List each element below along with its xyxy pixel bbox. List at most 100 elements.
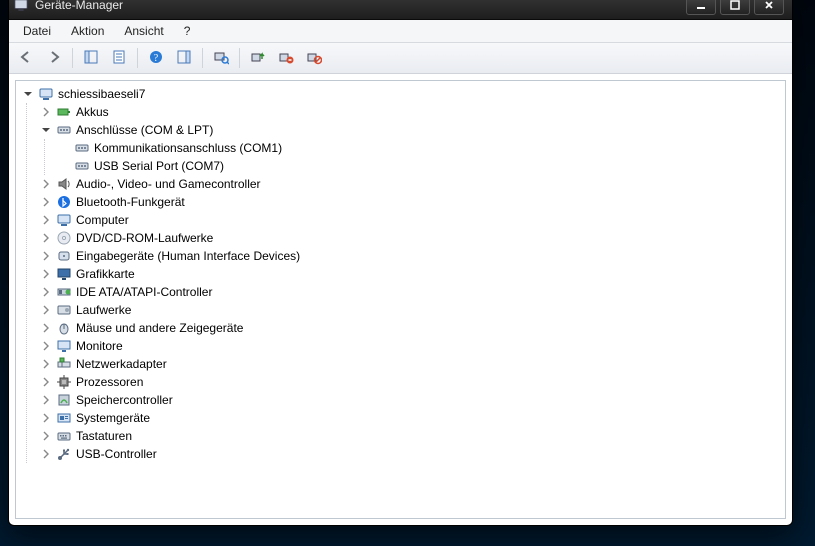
expand-icon[interactable] (40, 178, 52, 190)
menu-view[interactable]: Ansicht (114, 20, 173, 42)
tree-item-label: Netzwerkadapter (76, 357, 167, 371)
tree-item[interactable]: Prozessoren (38, 373, 785, 391)
tree-item-label: Systemgeräte (76, 411, 150, 425)
display-icon (56, 266, 72, 282)
tree-item[interactable]: USB-Controller (38, 445, 785, 463)
menubar: Datei Aktion Ansicht ? (9, 20, 792, 43)
tree-item-label: Grafikkarte (76, 267, 135, 281)
storage-icon (56, 392, 72, 408)
titlebar[interactable]: Geräte-Manager (9, 0, 792, 20)
tree-item[interactable]: Mäuse und andere Zeigegeräte (38, 319, 785, 337)
tree-item[interactable]: Computer (38, 211, 785, 229)
tree-item-label: Bluetooth-Funkgerät (76, 195, 185, 209)
action-pane-button[interactable] (171, 45, 197, 71)
tree-item-label: Speichercontroller (76, 393, 173, 407)
tree-item-label: Monitore (76, 339, 123, 353)
tree-item[interactable]: USB Serial Port (COM7) (56, 157, 785, 175)
update-driver-icon (250, 49, 266, 68)
tree-item[interactable]: Systemgeräte (38, 409, 785, 427)
expand-icon[interactable] (40, 394, 52, 406)
tree-item-label: IDE ATA/ATAPI-Controller (76, 285, 212, 299)
disable-device-button[interactable] (301, 45, 327, 71)
window-title: Geräte-Manager (35, 0, 123, 12)
expand-icon[interactable] (40, 412, 52, 424)
tree-item[interactable]: Laufwerke (38, 301, 785, 319)
collapse-icon[interactable] (40, 124, 52, 136)
back-button[interactable] (13, 45, 39, 71)
tree-item[interactable]: Anschlüsse (COM & LPT) (38, 121, 785, 139)
usb-icon (56, 446, 72, 462)
tree-item-label: Kommunikationsanschluss (COM1) (94, 141, 282, 155)
network-icon (56, 356, 72, 372)
help-button[interactable]: ? (143, 45, 169, 71)
tree-item-label: Tastaturen (76, 429, 132, 443)
expand-icon[interactable] (40, 286, 52, 298)
expand-icon[interactable] (40, 250, 52, 262)
device-manager-window: Geräte-Manager Datei Aktion Ansicht ? (8, 0, 793, 526)
tree-item-label: USB Serial Port (COM7) (94, 159, 224, 173)
tree-item[interactable]: Eingabegeräte (Human Interface Devices) (38, 247, 785, 265)
tree-item[interactable]: Audio-, Video- und Gamecontroller (38, 175, 785, 193)
tree-item[interactable]: IDE ATA/ATAPI-Controller (38, 283, 785, 301)
show-hide-console-tree-button[interactable] (78, 45, 104, 71)
expand-icon[interactable] (40, 232, 52, 244)
help-icon: ? (148, 49, 164, 68)
update-driver-button[interactable] (245, 45, 271, 71)
monitor-icon (56, 338, 72, 354)
tree-item-label: Computer (76, 213, 129, 227)
arrow-right-icon (46, 49, 62, 68)
menu-file[interactable]: Datei (13, 20, 61, 42)
tree-item[interactable]: Kommunikationsanschluss (COM1) (56, 139, 785, 157)
pane-icon (176, 49, 192, 68)
port-icon (74, 158, 90, 174)
arrow-left-icon (18, 49, 34, 68)
hid-icon (56, 248, 72, 264)
drive-icon (56, 302, 72, 318)
tree-item[interactable]: Tastaturen (38, 427, 785, 445)
properties-button[interactable] (106, 45, 132, 71)
expand-icon[interactable] (40, 376, 52, 388)
close-button[interactable] (754, 0, 784, 15)
expand-icon[interactable] (40, 358, 52, 370)
tree-item[interactable]: Monitore (38, 337, 785, 355)
tree-item[interactable]: schiessibaeseli7 (20, 85, 785, 103)
tree-item-label: schiessibaeseli7 (58, 87, 145, 101)
device-tree-panel[interactable]: schiessibaeseli7 AkkusAnschlüsse (COM & L… (15, 80, 786, 519)
tree-item[interactable]: Netzwerkadapter (38, 355, 785, 373)
tree-item-label: Audio-, Video- und Gamecontroller (76, 177, 261, 191)
scan-icon (213, 49, 229, 68)
system-icon (56, 410, 72, 426)
uninstall-device-button[interactable] (273, 45, 299, 71)
svg-text:?: ? (154, 53, 159, 64)
minimize-button[interactable] (686, 0, 716, 15)
expand-icon[interactable] (40, 304, 52, 316)
cpu-icon (56, 374, 72, 390)
expand-icon[interactable] (40, 322, 52, 334)
app-icon (13, 0, 29, 13)
expand-icon[interactable] (40, 214, 52, 226)
expand-icon[interactable] (40, 268, 52, 280)
forward-button[interactable] (41, 45, 67, 71)
menu-action[interactable]: Aktion (61, 20, 114, 42)
port-icon (74, 140, 90, 156)
expand-icon[interactable] (40, 340, 52, 352)
collapse-icon[interactable] (22, 88, 34, 100)
tree-item[interactable]: Speichercontroller (38, 391, 785, 409)
tree-item[interactable]: Bluetooth-Funkgerät (38, 193, 785, 211)
expand-icon[interactable] (40, 430, 52, 442)
tree-pane-icon (83, 49, 99, 68)
expand-icon[interactable] (40, 196, 52, 208)
tree-item[interactable]: DVD/CD-ROM-Laufwerke (38, 229, 785, 247)
expand-icon[interactable] (40, 448, 52, 460)
tree-item-label: DVD/CD-ROM-Laufwerke (76, 231, 213, 245)
uninstall-icon (278, 49, 294, 68)
computer-icon (56, 212, 72, 228)
tree-item[interactable]: Grafikkarte (38, 265, 785, 283)
tree-item[interactable]: Akkus (38, 103, 785, 121)
scan-hardware-changes-button[interactable] (208, 45, 234, 71)
maximize-button[interactable] (720, 0, 750, 15)
bluetooth-icon (56, 194, 72, 210)
menu-help[interactable]: ? (174, 20, 201, 42)
tree-item-label: USB-Controller (76, 447, 157, 461)
expand-icon[interactable] (40, 106, 52, 118)
